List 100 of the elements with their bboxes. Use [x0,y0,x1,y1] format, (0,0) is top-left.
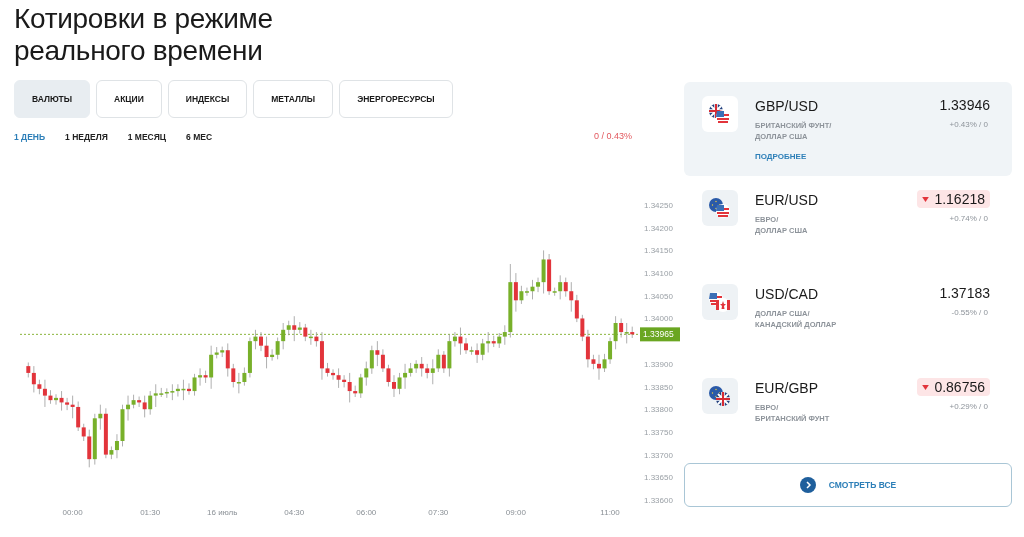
category-tab[interactable]: АКЦИИ [96,80,162,118]
candlestick [574,294,579,323]
candlestick [441,350,446,374]
candlestick [513,272,518,313]
x-axis-label: 16 июль [207,508,238,517]
candlestick [386,364,391,387]
candlestick [375,340,380,367]
candlestick [397,372,402,395]
last-price-badge: 1.33965 [640,327,680,342]
candlestick [148,390,153,416]
category-tab[interactable]: ВАЛЮТЫ [14,80,90,118]
y-axis-label: 1.33650 [644,473,673,483]
candlestick [347,372,352,403]
y-axis-label: 1.33800 [644,405,673,415]
candlestick [358,373,363,399]
period-tab[interactable]: 1 НЕДЕЛЯ [65,130,108,144]
pair-name: USD/CAD [755,285,819,303]
down-triangle-icon [922,384,930,390]
change-value: +0.43% / 0 [949,119,988,131]
candlestick [391,374,396,398]
view-all-button[interactable]: СМОТРЕТЬ ВСЕ [684,463,1012,507]
category-tab[interactable]: ИНДЕКСЫ [167,80,248,118]
pair-name: EUR/USD [755,191,818,209]
candlestick [364,361,369,387]
y-axis-label: 1.33700 [644,450,673,460]
candlestick [225,343,230,377]
candlestick [580,314,585,342]
price-value: 0.86756 [917,378,990,396]
period-tab[interactable]: 1 ДЕНЬ [14,130,46,144]
candlestick [430,358,435,385]
candlestick [585,329,590,368]
category-tab[interactable]: МЕТАЛЛЫ [253,80,334,118]
candlestick [242,367,247,387]
y-axis-label: 1.33850 [644,382,673,392]
y-axis-label: 1.33600 [644,496,673,505]
candlestick [336,367,341,389]
y-axis-label: 1.33750 [644,427,673,437]
pair-name: EUR/GBP [755,379,819,397]
flag-icon [709,386,723,400]
y-axis-label: 1.34200 [644,223,673,233]
candlestick [259,331,264,352]
price-value: 1.33946 [939,96,990,114]
candlestick [281,322,286,350]
x-axis-label: 04:30 [284,508,305,517]
pair-name: GBP/USD [755,97,819,115]
candlestick [464,337,469,355]
candlestick [65,397,70,411]
candlestick [192,373,197,397]
candlestick [264,336,269,369]
candlestick [236,372,241,394]
candlestick [369,345,374,375]
candlestick [87,429,92,468]
x-axis-label: 07:30 [428,508,449,517]
candlestick [541,249,546,294]
ref-line-label: 1.33965 [643,329,674,340]
category-tab[interactable]: ЭНЕРГОРЕСУРСЫ [339,80,453,118]
candlestick [231,363,236,388]
change-value: +0.74% / 0 [949,213,988,225]
candlestick [480,338,485,361]
candlestick [524,287,529,297]
candlestick [292,315,297,342]
price-value: 1.37183 [939,284,990,302]
x-axis-label: 01:30 [140,508,161,517]
candlestick [624,322,629,344]
candlestick [436,348,441,373]
y-axis-label: 1.34000 [644,314,673,324]
candlestick [519,285,524,305]
x-axis-label: 11:00 [600,508,620,517]
period-tab[interactable]: 6 МЕС [186,130,213,144]
y-axis-label: 1.33900 [644,359,673,369]
candlestick [536,277,541,293]
down-triangle-icon [922,196,930,202]
period-tab[interactable]: 1 МЕСЯЦ [127,130,167,144]
details-link[interactable]: ПОДРОБНЕЕ [755,151,832,163]
candlestick [31,365,36,393]
y-axis-label: 1.34150 [644,246,673,256]
candlestick [475,343,480,364]
candlestick [114,433,119,459]
flag-icon [716,110,730,124]
change-value: +0.29% / 0 [949,401,988,413]
x-axis-label: 00:00 [62,508,83,517]
candlestick [563,277,568,298]
candlestick [619,318,624,338]
price-value: 1.16218 [917,190,990,208]
candlestick [569,281,574,313]
y-axis-label: 1.34250 [644,201,673,210]
flag-icon [716,204,730,218]
chevron-icon [799,477,816,493]
candlestick [142,395,147,418]
candlestick [209,345,214,390]
candlestick [76,401,81,432]
x-axis-label: 09:00 [505,508,526,517]
flag-icon [716,298,730,312]
y-axis-label: 1.34050 [644,291,673,301]
candlestick [380,348,385,373]
x-axis-label: 06:00 [356,508,377,517]
candlestick [42,379,47,408]
candlestick [613,315,618,350]
candlestick [602,353,607,373]
page-title: Котировки в режиме реального времени [13,2,274,67]
